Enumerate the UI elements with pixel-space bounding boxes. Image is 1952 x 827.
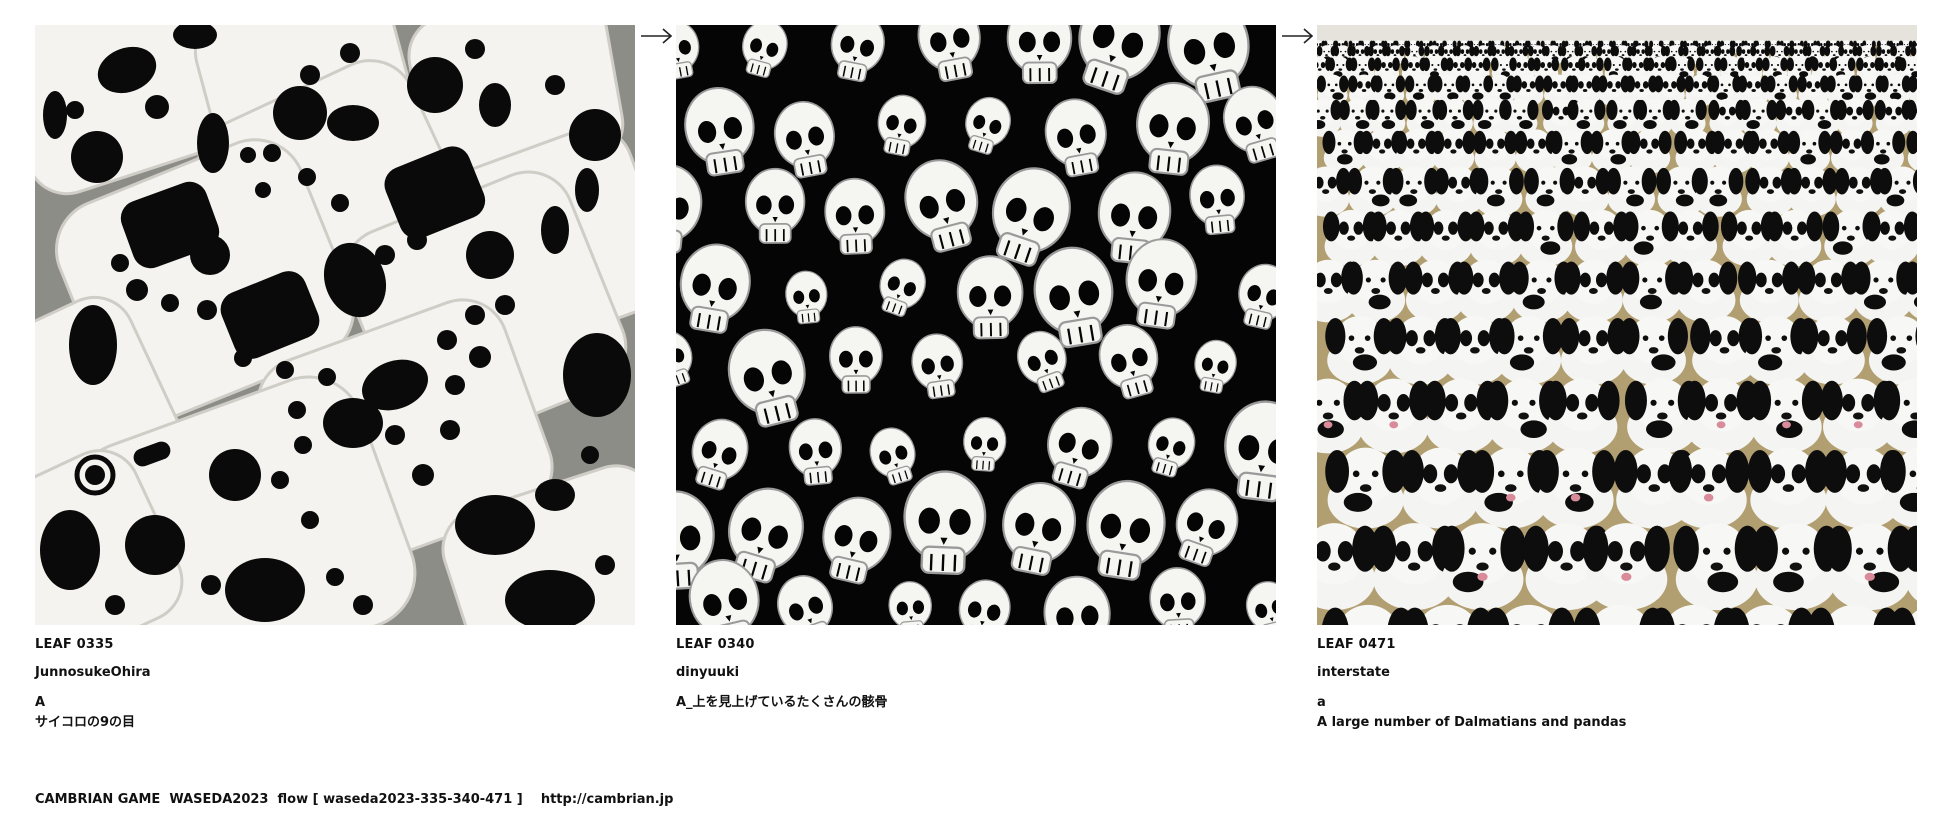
puppy-shape	[1388, 166, 1439, 217]
puppy-shape	[1494, 315, 1564, 385]
leaf-card-0340: LEAF 0340 dinyuuki A_上を見上げているたくさんの骸骨	[676, 25, 1276, 710]
leaf-author[interactable]: dinyuuki	[676, 665, 739, 680]
puppy-shape	[1826, 523, 1914, 611]
puppy-shape	[1560, 166, 1611, 217]
puppy-shape	[1544, 378, 1620, 454]
footer-text: CAMBRIAN GAME WASEDA2023 flow [ waseda20…	[35, 792, 674, 807]
arrow-right-icon	[641, 26, 673, 46]
skulls-image	[676, 25, 1276, 625]
leaf-description: a A large number of Dalmatians and panda…	[1317, 695, 1627, 730]
leaf-card-0335: LEAF 0335 JunnosukeOhira A サイコロの9の目	[35, 25, 635, 730]
puppy-shape	[1582, 523, 1670, 611]
puppy-shape	[1606, 166, 1657, 217]
puppy-shape	[1517, 209, 1574, 267]
puppy-shape	[1401, 604, 1494, 625]
puppy-shape	[1325, 447, 1407, 529]
puppy-shape	[1356, 378, 1432, 454]
puppy-shape	[1662, 209, 1719, 267]
leaf-card-0471: LEAF 0471 interstate a A large number of…	[1317, 25, 1917, 730]
puppy-shape	[1752, 523, 1840, 611]
leaf-id: LEAF 0340	[676, 637, 755, 652]
puppy-shape	[1747, 447, 1829, 529]
leaf-image-skulls[interactable]	[676, 25, 1276, 625]
puppy-shape	[1454, 259, 1518, 323]
puppy-shape	[1417, 209, 1474, 267]
puppy-shape	[1467, 209, 1525, 267]
puppy-shape	[1737, 259, 1801, 323]
puppy-shape	[1573, 209, 1630, 267]
puppy-shape	[1864, 209, 1917, 267]
puppy-shape	[1344, 259, 1408, 323]
leaf-author[interactable]: interstate	[1317, 665, 1390, 680]
puppy-shape	[1619, 315, 1688, 385]
puppy-shape	[1798, 315, 1867, 385]
puppy-shape	[1322, 209, 1380, 267]
puppy-shape	[1325, 315, 1394, 385]
leaf-author[interactable]: JunnosukeOhira	[35, 665, 151, 680]
puppy-shape	[1535, 447, 1616, 529]
puppy-shape	[1668, 447, 1750, 529]
puppy-shape	[1510, 259, 1573, 323]
puppy-shape	[1674, 259, 1738, 323]
puppy-shape	[1693, 166, 1744, 217]
puppy-shape	[1482, 604, 1575, 625]
leaf-image-puppies[interactable]	[1317, 25, 1917, 625]
puppy-shape	[1797, 259, 1860, 323]
dice-image	[35, 25, 635, 625]
arrow-right-icon	[1282, 26, 1314, 46]
puppy-shape	[1722, 604, 1815, 625]
puppy-shape	[1438, 523, 1527, 611]
puppy-shape	[1558, 315, 1628, 385]
puppy-shape	[1322, 604, 1415, 625]
puppies-image	[1317, 25, 1917, 625]
puppy-shape	[1683, 378, 1759, 454]
puppy-shape	[1431, 129, 1476, 174]
puppy-shape	[1423, 378, 1499, 454]
puppy-shape	[1786, 166, 1838, 217]
puppy-shape	[1766, 209, 1823, 267]
puppy-shape	[1473, 166, 1524, 217]
leaf-description: A サイコロの9の目	[35, 695, 136, 730]
puppy-shape	[1562, 259, 1625, 323]
puppy-shape	[1620, 259, 1684, 323]
puppy-shape	[1745, 166, 1796, 217]
puppy-shape	[1749, 378, 1824, 454]
leaf-id: LEAF 0335	[35, 637, 114, 652]
puppy-shape	[1370, 209, 1427, 267]
puppy-shape	[1673, 523, 1761, 611]
puppy-shape	[1877, 166, 1917, 217]
puppy-shape	[1807, 604, 1900, 625]
puppy-shape	[1834, 166, 1885, 217]
leaf-id: LEAF 0471	[1317, 637, 1396, 652]
puppy-shape	[1400, 447, 1481, 529]
leaf-description: A_上を見上げているたくさんの骸骨	[676, 695, 888, 710]
leaf-image-dice[interactable]	[35, 25, 635, 625]
